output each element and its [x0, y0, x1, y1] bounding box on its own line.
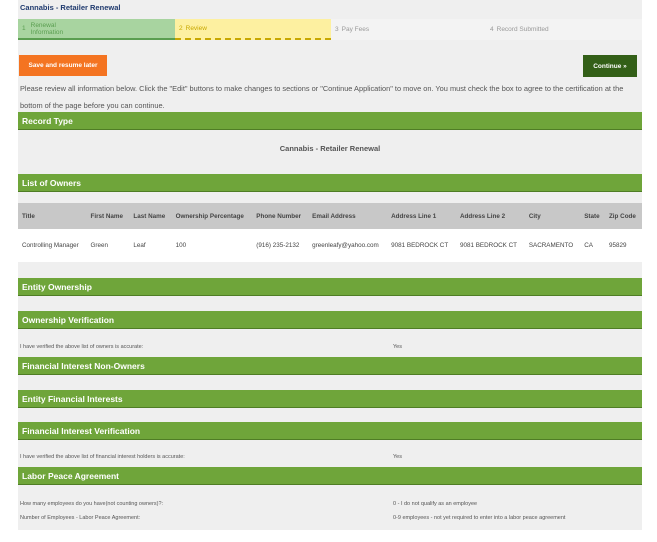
table-cell: greenleafy@yahoo.com — [308, 229, 388, 262]
table-cell: 100 — [171, 229, 253, 262]
column-header: Address Line 1 — [387, 203, 456, 229]
column-header: State — [580, 203, 605, 229]
step-record-submitted[interactable]: 4 Record Submitted — [486, 19, 642, 40]
column-header: Zip Code — [604, 203, 642, 229]
step-number: 3 — [335, 26, 339, 33]
table-cell: CA — [580, 229, 605, 262]
column-header: Title — [18, 203, 87, 229]
step-number: 1 — [22, 25, 26, 32]
ownership-verification-label: I have verified the above list of owners… — [20, 344, 144, 350]
column-header: Address Line 2 — [455, 203, 525, 229]
section-header-ownership-verification: Ownership Verification — [18, 311, 642, 329]
table-cell: (916) 235-2132 — [252, 229, 309, 262]
column-header: Last Name — [129, 203, 172, 229]
labor-peace-employees-label: Number of Employees - Labor Peace Agreem… — [20, 515, 141, 521]
fi-verification-label: I have verified the above list of financ… — [20, 454, 185, 460]
step-label: Record Submitted — [496, 26, 549, 33]
step-label: Renewal Information — [30, 21, 64, 36]
table-cell: SACRAMENTO — [524, 229, 581, 262]
section-header-labor-peace-agreement: Labor Peace Agreement — [18, 467, 642, 485]
employees-count-value: 0 - I do not qualify as an employee — [393, 501, 478, 507]
step-label: Review — [185, 25, 207, 32]
continue-button[interactable]: Continue » — [583, 55, 637, 77]
step-number: 2 — [179, 25, 183, 32]
table-cell: 9081 BEDROCK CT — [387, 229, 456, 262]
fi-verification-value: Yes — [393, 454, 402, 460]
step-label: Pay Fees — [341, 26, 370, 33]
column-header: Email Address — [308, 203, 388, 229]
section-header-entity-financial-interests: Entity Financial Interests — [18, 390, 642, 408]
column-header: First Name — [86, 203, 130, 229]
column-header: Ownership Percentage — [171, 203, 253, 229]
column-header: City — [524, 203, 581, 229]
table-row: Controlling Manager Green Leaf 100 (916) 235… — [18, 229, 642, 262]
step-review[interactable]: 2 Review — [175, 19, 331, 40]
table-cell: Controlling Manager — [18, 229, 87, 262]
instructions-text: Please review all information below. Cli… — [20, 84, 624, 110]
step-renewal-information[interactable]: 1 Renewal Information — [18, 19, 175, 40]
column-header: Phone Number — [252, 203, 309, 229]
table-cell: Leaf — [129, 229, 172, 262]
ownership-verification-value: Yes — [393, 344, 402, 350]
section-header-financial-interest-non-owners: Financial Interest Non-Owners — [18, 357, 642, 375]
section-header-financial-interest-verification: Financial Interest Verification — [18, 422, 642, 440]
section-header-list-of-owners: List of Owners — [18, 174, 642, 192]
labor-peace-employees-value: 0-9 employees - not yet required to ente… — [393, 515, 566, 521]
table-header-row: Title First Name Last Name Ownership Percen… — [18, 203, 642, 229]
section-header-entity-ownership: Entity Ownership — [18, 278, 642, 296]
employees-count-label: How many employees do you have(not count… — [20, 501, 164, 507]
page-title: Cannabis - Retailer Renewal — [20, 3, 121, 12]
step-number: 4 — [490, 26, 494, 33]
table-cell: 9081 BEDROCK CT — [455, 229, 525, 262]
save-and-resume-later-button[interactable]: Save and resume later — [19, 55, 107, 76]
section-header-record-type: Record Type — [18, 112, 642, 130]
owners-table: Title First Name Last Name Ownership Percen… — [18, 203, 642, 262]
table-cell: Green — [86, 229, 130, 262]
step-pay-fees[interactable]: 3 Pay Fees — [331, 19, 486, 40]
table-cell: 95829 — [604, 229, 642, 262]
record-type-value: Cannabis - Retailer Renewal — [279, 144, 381, 153]
